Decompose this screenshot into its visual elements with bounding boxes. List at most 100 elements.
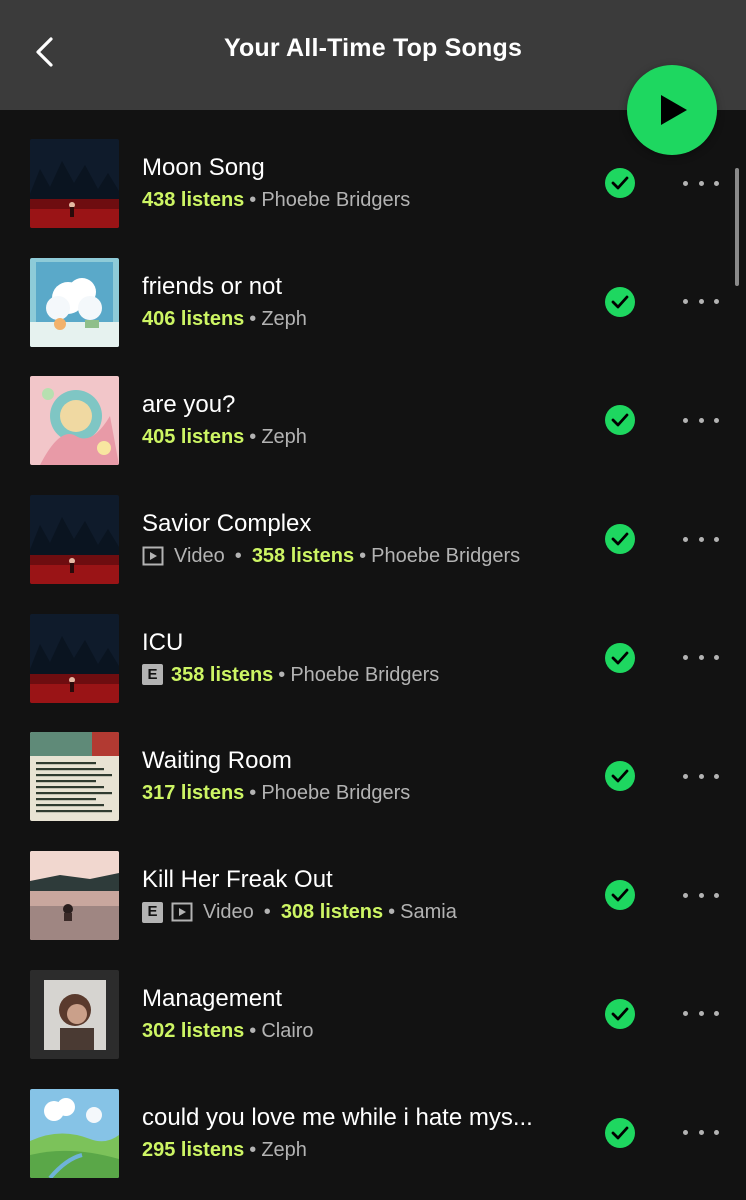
dot-icon [698,892,704,898]
artist-name: Phoebe Bridgers [261,782,411,805]
album-art [30,139,119,228]
album-art [30,257,119,347]
saved-check-button[interactable] [605,642,635,673]
song-row[interactable]: Savior Complex Video • 358 listens • Phoebe … [0,476,746,595]
listen-count: 317 listens [142,782,245,805]
more-options-button[interactable] [683,644,719,672]
separator: • [249,782,257,805]
dot-icon [683,655,688,661]
dot-icon [698,773,704,779]
checkmark-icon [611,651,629,665]
album-art [30,851,119,941]
song-title: Kill Her Freak Out [142,866,333,894]
song-meta: Video • 358 listens • Phoebe Bridgers [142,543,572,569]
artist-name: Samia [400,901,457,924]
song-meta: 438 listens • Phoebe Bridgers [142,187,572,213]
dot-icon [698,1011,704,1017]
listen-count: 302 listens [142,1019,245,1042]
song-row[interactable]: could you love me while i hate mys... 29… [0,1070,746,1189]
saved-check-button[interactable] [605,761,635,792]
listen-count: 438 listens [142,189,245,211]
dot-icon [714,892,719,898]
dot-icon [714,299,719,305]
more-options-button[interactable] [683,1119,719,1147]
dot-icon [683,773,688,779]
dot-icon [698,180,704,186]
dot-icon [714,417,719,423]
dot-icon [698,1130,704,1135]
song-row[interactable]: are you? 405 listens • Zeph [0,357,746,476]
artist-name: Zeph [261,426,307,449]
song-row[interactable]: Kill Her Freak Out E Video • 308 listens • S… [0,832,746,951]
song-title: could you love me while i hate mys... [142,1103,533,1131]
dot-icon [698,536,704,542]
saved-check-button[interactable] [605,168,635,198]
checkmark-icon [611,176,629,190]
checkmark-icon [611,770,629,783]
video-label: Video [174,545,225,568]
video-icon [171,902,193,922]
explicit-badge: E [142,664,163,686]
dot-icon [714,1011,719,1017]
video-label: Video [203,901,254,924]
artist-name: Phoebe Bridgers [261,189,411,211]
song-title: Management [142,984,283,1012]
separator: • [263,901,271,924]
dot-icon [714,536,719,542]
dot-icon [683,536,688,542]
dot-icon [683,1130,688,1135]
separator: • [249,1019,257,1042]
more-options-button[interactable] [683,525,719,553]
dot-icon [698,417,704,423]
song-meta: 317 listens • Phoebe Bridgers [142,780,572,806]
song-row[interactable]: Waiting Room 317 listens • Phoebe Bridgers [0,713,746,832]
separator: • [249,426,257,449]
separator: • [249,189,257,211]
saved-check-button[interactable] [605,880,635,911]
checkmark-icon [611,1126,629,1139]
page-title: Your All-Time Top Songs [223,34,523,62]
separator: • [249,307,257,330]
more-options-button[interactable] [683,288,719,316]
song-meta: E 358 listens • Phoebe Bridgers [142,662,572,688]
checkmark-icon [611,532,629,546]
listen-count: 308 listens [280,901,384,924]
artist-name: Zeph [261,307,307,330]
song-title: Waiting Room [142,747,292,775]
more-options-button[interactable] [683,1000,719,1028]
checkmark-icon [611,295,629,309]
album-art [30,376,119,466]
artist-name: Phoebe Bridgers [371,545,521,568]
song-meta: 406 listens • Zeph [142,306,572,332]
album-art [30,1088,119,1178]
more-options-button[interactable] [683,169,719,197]
artist-name: Phoebe Bridgers [290,663,440,686]
more-options-button[interactable] [683,406,719,434]
artist-name: Clairo [261,1019,314,1042]
more-options-button[interactable] [683,762,719,790]
listen-count: 295 listens [142,1138,245,1161]
saved-check-button[interactable] [605,1117,635,1148]
listen-count: 405 listens [142,426,245,449]
dot-icon [683,417,688,423]
album-art [30,732,119,822]
song-list: Moon Song 438 listens • Phoebe Bridgers fr… [0,120,746,1188]
song-row[interactable]: ICU E 358 listens • Phoebe Bridgers [0,595,746,714]
song-title: are you? [142,391,236,419]
song-meta: 405 listens • Zeph [142,424,572,450]
song-row[interactable]: Moon Song 438 listens • Phoebe Bridgers [0,120,746,239]
more-options-button[interactable] [683,881,719,909]
saved-check-button[interactable] [605,998,635,1029]
saved-check-button[interactable] [605,405,635,436]
song-title: friends or not [142,272,283,300]
song-row[interactable]: Management 302 listens • Clairo [0,951,746,1070]
song-row[interactable]: friends or not 406 listens • Zeph [0,239,746,358]
saved-check-button[interactable] [605,286,635,317]
album-art [30,613,119,703]
saved-check-button[interactable] [605,524,635,555]
dot-icon [683,299,688,305]
separator: • [234,545,242,568]
dot-icon [714,655,719,661]
listen-count: 358 listens [251,545,355,568]
song-meta: 295 listens • Zeph [142,1137,572,1163]
